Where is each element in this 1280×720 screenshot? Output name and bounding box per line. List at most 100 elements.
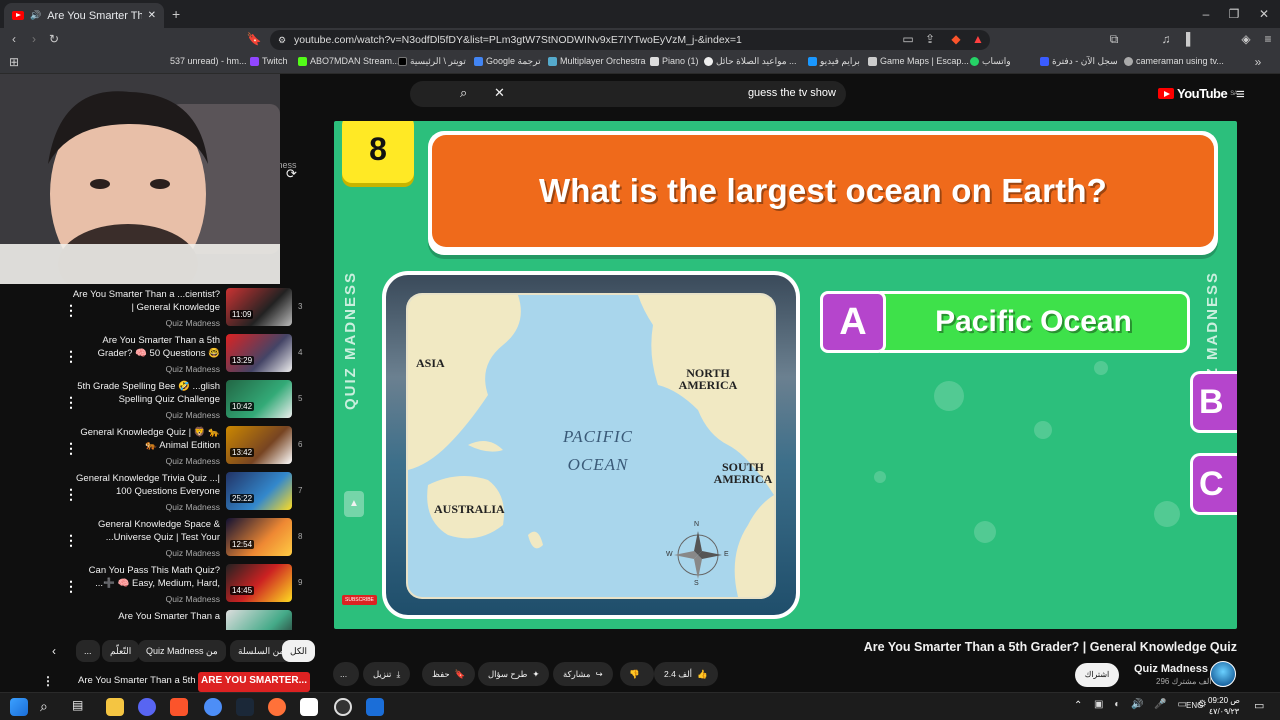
discord-icon[interactable] (138, 698, 156, 716)
youtube-logo[interactable]: YouTube SA (1158, 86, 1238, 101)
list-item[interactable]: ⋮ General Knowledge Trivia Quiz ...| 100… (36, 472, 310, 518)
address-bar[interactable]: ⚙ youtube.com/watch?v=N3odfDl5fDY&list=P… (270, 30, 990, 50)
like-button[interactable]: 2.4 ألف 👍 (654, 662, 718, 686)
channel-avatar[interactable] (1210, 661, 1236, 687)
rewards-icon[interactable]: ▲ (970, 32, 986, 46)
list-item[interactable]: ⋮ Are You Smarter Than a 5th Grader? 🧠 5… (36, 334, 310, 380)
youtube-favicon-icon (12, 11, 24, 20)
loop-icon[interactable]: ⟳ (286, 166, 297, 182)
language-indicator[interactable]: ENG (1186, 701, 1203, 710)
restore-button[interactable]: ❐ (1220, 4, 1248, 24)
chip-all[interactable]: الكل (282, 640, 316, 662)
tray-chevron-icon[interactable]: ⌃ (1074, 700, 1082, 711)
reload-icon[interactable]: ↻ (46, 32, 62, 46)
list-item[interactable]: Are You Smarter Than a (36, 610, 310, 630)
sparkle-icon: ✦ (532, 668, 540, 679)
answer-b-letter: B (1190, 371, 1237, 433)
question-number: 8 (342, 121, 414, 183)
list-item[interactable]: ⋮ Can You Pass This Math Quiz? ...➕ 🧠 Ea… (36, 564, 310, 610)
bookmark-item[interactable]: Piano (1) (650, 56, 699, 66)
hamburger-menu-icon[interactable]: ≡ (1236, 86, 1245, 103)
new-tab-button[interactable]: + (172, 6, 180, 22)
bookmark-item[interactable]: ABO7MDAN Stream... (298, 56, 400, 66)
browser-toolbar: ‹ › ↻ 🔖 ⚙ youtube.com/watch?v=N3odfDl5fD… (0, 28, 1280, 52)
minimize-button[interactable]: – (1192, 4, 1220, 24)
list-item[interactable]: ⋮ Are You Smarter Than a ...cientist? | … (36, 288, 310, 334)
site-settings-icon[interactable]: ⚙ (278, 30, 286, 50)
dislike-button[interactable]: 👎 (620, 662, 654, 686)
steam-icon[interactable] (236, 698, 254, 716)
obs-icon[interactable] (334, 698, 352, 716)
steam-icon-2[interactable] (366, 698, 384, 716)
bookmark-item[interactable]: 537 unread) - hm... (170, 56, 247, 66)
bookmark-item[interactable]: Twitch (250, 56, 288, 66)
download-button[interactable]: تنزيل ⤓ (363, 662, 411, 686)
brave-shield-icon[interactable]: ◆ (948, 32, 964, 46)
streamer-webcam-image (0, 74, 280, 284)
task-view-icon[interactable]: ▤ (72, 698, 83, 712)
chip-from-channel[interactable]: Quiz Madness من (138, 640, 226, 662)
bookmark-item[interactable]: Multiplayer Orchestra (548, 56, 646, 66)
share-button[interactable]: مشاركة ↪ (553, 662, 613, 686)
thumbnail (226, 610, 292, 630)
windows-taskbar: ⌕ ▤ ⌃ ▣ ◐ 🔊 🎤 ▭ ⚙ ENG 09:20 ص ٤٧/٠٩/٢٣ ▭ (0, 692, 1280, 720)
bookmark-item[interactable]: Google ترجمة (474, 56, 541, 67)
chip-learning[interactable]: التّعلّم (102, 640, 140, 662)
chips-left-arrow-icon[interactable]: ‹ (52, 644, 56, 658)
save-button[interactable]: حفظ 🔖 (422, 662, 476, 686)
extensions-icon[interactable]: ⧉ (1106, 32, 1122, 47)
search-input[interactable]: guess the tv show (748, 87, 836, 99)
video-player[interactable]: 8 What is the largest ocean on Earth? QU… (334, 121, 1237, 629)
webcam-overlay (0, 74, 280, 284)
forward-icon[interactable]: › (26, 32, 42, 46)
subscribe-button[interactable]: اشتراك (1075, 663, 1119, 687)
more-actions-button[interactable]: ... (333, 662, 359, 686)
bookmark-item[interactable]: cameraman using tv... (1124, 56, 1224, 66)
file-explorer-icon[interactable] (106, 698, 124, 716)
capcut-icon[interactable] (300, 698, 318, 716)
bookmark-item[interactable]: واتساب (970, 56, 1011, 67)
chip-more[interactable]: ... (76, 640, 100, 662)
start-icon[interactable] (10, 698, 28, 716)
back-icon[interactable]: ‹ (6, 32, 22, 46)
wallet-icon[interactable]: ◈ (1238, 32, 1254, 46)
brave-icon[interactable] (170, 698, 188, 716)
system-clock[interactable]: 09:20 ص ٤٧/٠٩/٢٣ (1208, 695, 1240, 717)
channel-name[interactable]: Quiz Madness (1134, 663, 1208, 675)
app-icon[interactable] (204, 698, 222, 716)
search-icon[interactable]: ⌕ (40, 698, 48, 715)
close-tab-icon[interactable]: ✕ (148, 10, 156, 21)
speaker-icon[interactable]: 🔊 (30, 10, 41, 21)
map-label-north-america: NORTH AMERICA (678, 366, 738, 392)
tab-active[interactable]: 🔊 Are You Smarter Than a 5th G... ✕ (4, 3, 164, 28)
notifications-icon[interactable]: ▭ (1254, 699, 1264, 712)
list-item[interactable]: ⋮ General Knowledge Quiz | 🦁 🐆 🐅 Animal … (36, 426, 310, 472)
world-map: ASIA NORTH AMERICA AUSTRALIA SOUTH AMERI… (408, 295, 774, 597)
answer-a-letter: A (820, 291, 886, 353)
search-box[interactable]: ⌕ ✕ guess the tv show (410, 81, 846, 107)
compass-w: W (666, 551, 673, 558)
clear-search-icon[interactable]: ✕ (494, 85, 505, 101)
list-item[interactable]: ⋮ 5th Grade Spelling Bee 🤣 ...glish Spel… (36, 380, 310, 426)
bookmark-item[interactable]: سجل الآن - دفترة (1040, 56, 1118, 67)
list-item[interactable]: ⋮ General Knowledge Space & ...Universe … (36, 518, 310, 564)
more-options-icon[interactable]: ⋮ (42, 674, 54, 688)
bookmark-item[interactable]: Game Maps | Escap... (868, 56, 969, 66)
bookmark-item[interactable]: برايم فيديو (808, 56, 860, 67)
ask-button[interactable]: طرح سؤال ✦ (478, 662, 550, 686)
bookmark-icon[interactable]: 🔖 (246, 32, 262, 46)
watermark-play-icon: ▲ (344, 491, 364, 517)
bottom-list-item[interactable]: ⋮ Are You Smarter Than a 5th ARE YOU SMA… (40, 672, 312, 692)
firefox-icon[interactable] (268, 698, 286, 716)
screen-icon[interactable]: ▭ (900, 32, 916, 46)
sidebar-icon[interactable]: ▐ (1178, 32, 1194, 46)
bookmark-item[interactable]: مواعيد الصلاة حائل ... (704, 56, 797, 67)
more-bookmarks-icon[interactable]: » (1250, 55, 1266, 69)
share-icon[interactable]: ⇪ (922, 32, 938, 46)
media-icon[interactable]: ♫ (1158, 32, 1174, 46)
menu-icon[interactable]: ≡ (1260, 32, 1276, 46)
close-window-button[interactable]: ✕ (1250, 4, 1278, 24)
search-icon[interactable]: ⌕ (460, 85, 467, 101)
apps-icon[interactable]: ⊞ (6, 55, 22, 69)
bookmark-item[interactable]: تويتر \ الرئيسية (398, 56, 466, 67)
